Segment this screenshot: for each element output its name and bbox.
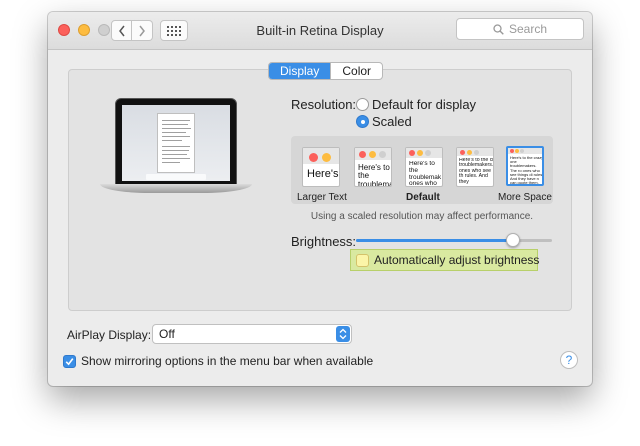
radio-button[interactable] [356,98,369,111]
laptop-lid [115,98,237,186]
brightness-slider[interactable] [356,239,552,242]
back-chevron-icon [118,25,125,36]
thumb-text: Here's to the crazy one troublemakers. T… [510,156,544,186]
thumb-text: Here's to the troublemak [358,164,391,186]
show-all-button[interactable] [160,20,188,41]
mirroring-checkbox[interactable]: Show mirroring options in the menu bar w… [63,354,373,368]
checkbox[interactable] [63,354,76,368]
search-field[interactable]: Search [456,18,584,40]
airplay-value: Off [159,327,175,341]
radio-button[interactable] [356,115,369,128]
laptop-base [100,184,252,193]
slider-fill [356,239,513,242]
thumb-text: Here's [307,168,339,180]
airplay-select[interactable]: Off [152,324,352,344]
auto-brightness-label: Automatically adjust brightness [374,253,540,267]
scale-option-larger-text[interactable]: Here's [302,147,340,187]
help-button[interactable]: ? [560,351,578,369]
scale-option-default[interactable]: Here's to the troublemak ones who [405,147,443,187]
scale-option-2[interactable]: Here's to the troublemak [354,147,392,187]
radio-label: Default for display [372,97,477,112]
thumb-text: Here's to the troublemak ones who [409,161,442,186]
tab-control: Display Color [268,62,384,80]
forward-chevron-icon [139,25,145,36]
tab-display[interactable]: Display [269,63,331,79]
thumb-text: Here's to the cr troublemakers. ones who… [459,158,494,185]
screen-dock [146,174,206,180]
laptop-illustration [100,98,252,198]
auto-brightness-checkbox[interactable]: Automatically adjust brightness [356,253,539,267]
brightness-slider-knob[interactable] [505,233,520,247]
mirroring-label: Show mirroring options in the menu bar w… [81,354,374,368]
radio-scaled[interactable]: Scaled [356,114,412,129]
scale-label-default: Default [406,192,440,203]
search-placeholder: Search [508,22,548,36]
updown-arrows-icon [336,326,350,342]
brightness-label: Brightness: [291,234,357,249]
help-icon: ? [565,353,573,367]
forward-button[interactable] [132,20,153,41]
checkmark-icon [65,357,74,365]
window-title: Built-in Retina Display [256,23,384,38]
scale-option-4[interactable]: Here's to the cr troublemakers. ones who… [456,147,494,187]
close-button[interactable] [58,24,70,36]
zoom-button[interactable] [98,24,110,36]
radio-label: Scaled [372,114,412,129]
tab-color[interactable]: Color [330,63,382,79]
airplay-label: AirPlay Display: [67,328,152,342]
laptop-screen [122,105,230,181]
checkbox[interactable] [356,253,369,267]
screen-document [157,113,195,173]
scale-label-larger-text: Larger Text [297,192,347,203]
radio-default-for-display[interactable]: Default for display [356,97,476,112]
back-button[interactable] [111,20,132,41]
minimize-button[interactable] [78,24,90,36]
grid-icon [167,25,181,36]
search-icon [493,23,504,35]
scale-label-more-space: More Space [498,192,552,203]
scale-option-more-space[interactable]: Here's to the crazy one troublemakers. T… [506,146,544,186]
performance-note: Using a scaled resolution may affect per… [310,211,534,222]
resolution-label: Resolution: [291,97,357,112]
title-bar: Built-in Retina Display Search [48,12,592,50]
preferences-window: Built-in Retina Display Search Display C… [48,12,592,386]
